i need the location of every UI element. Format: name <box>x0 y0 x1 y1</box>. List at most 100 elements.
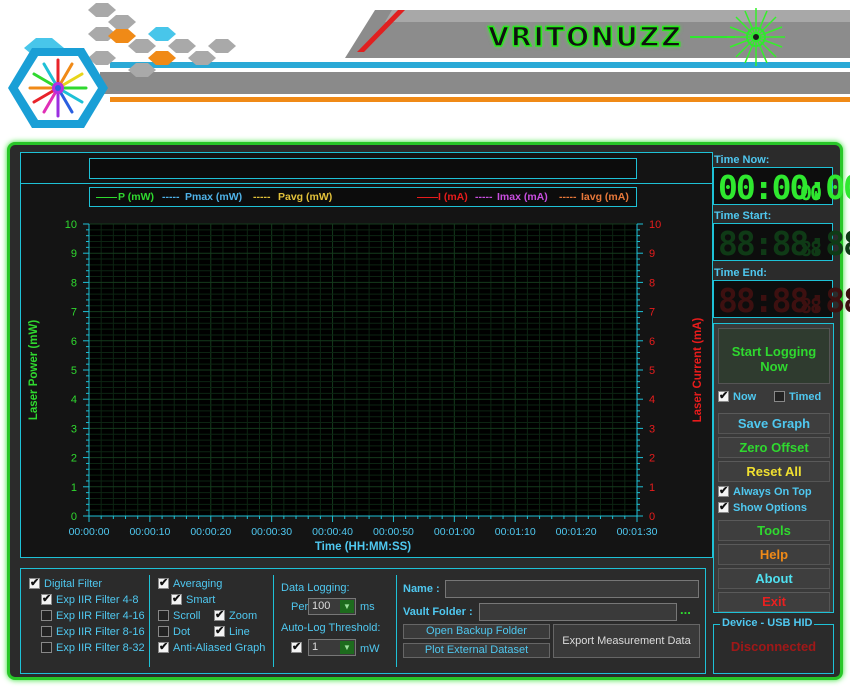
x-tick-label: 00:00:10 <box>129 526 170 538</box>
auto-log-checkbox[interactable] <box>291 640 302 653</box>
anti-aliased-label: Anti-Aliased Graph <box>173 642 266 654</box>
time-end-digits: 88:88:88 <box>718 281 850 320</box>
y-axis-title-left: Laser Power (mW) <box>28 320 40 420</box>
zero-offset-button[interactable]: Zero Offset <box>718 437 830 458</box>
show-options-label: Show Options <box>733 502 807 514</box>
save-graph-button[interactable]: Save Graph <box>718 413 830 434</box>
open-backup-folder-button[interactable]: Open Backup Folder <box>403 624 550 639</box>
time-start-label: Time Start: <box>714 210 772 222</box>
scroll-row[interactable]: Scroll <box>158 610 201 622</box>
y-tick-label-left: 7 <box>71 307 77 319</box>
auto-log-checkbox-row[interactable] <box>291 640 306 654</box>
filter-4-8-row[interactable]: Exp IIR Filter 4-8 <box>41 592 139 606</box>
line-checkbox[interactable] <box>214 624 225 637</box>
x-tick-label: 00:00:40 <box>312 526 353 538</box>
y-tick-label-right: 5 <box>649 365 655 377</box>
dot-checkbox[interactable] <box>158 626 169 637</box>
zoom-row[interactable]: Zoom <box>214 608 258 622</box>
y-tick-label-right: 8 <box>649 277 655 289</box>
y-tick-label-left: 10 <box>65 219 77 231</box>
digital-filter-label: Digital Filter <box>44 578 103 590</box>
plot-external-dataset-button[interactable]: Plot External Dataset <box>403 643 550 658</box>
threshold-value: 1 <box>312 641 319 653</box>
filter-4-16-checkbox[interactable] <box>41 610 52 621</box>
y-tick-label-left: 6 <box>71 336 77 348</box>
timed-checkbox-row[interactable]: Timed <box>774 391 821 403</box>
logging-interval-value: 100 <box>312 600 331 612</box>
per-label: Per <box>291 601 309 613</box>
filter-8-32-checkbox[interactable] <box>41 642 52 653</box>
filter-4-8-checkbox[interactable] <box>41 592 52 605</box>
filter-4-16-row[interactable]: Exp IIR Filter 4-16 <box>41 610 145 622</box>
anti-aliased-row[interactable]: Anti-Aliased Graph <box>158 640 266 654</box>
header-banner: VRITONUZZ <box>0 0 850 140</box>
device-status: Disconnected <box>730 639 817 654</box>
filter-8-16-checkbox[interactable] <box>41 626 52 637</box>
digital-filter-checkbox[interactable] <box>29 576 40 589</box>
time-start-digits: 88:88:88 <box>718 224 850 263</box>
help-button[interactable]: Help <box>718 544 830 565</box>
exit-button[interactable]: Exit <box>718 592 830 612</box>
start-logging-button[interactable]: Start Logging Now <box>718 328 830 384</box>
y-tick-label-right: 4 <box>649 394 655 406</box>
show-options-checkbox[interactable] <box>718 500 729 513</box>
averaging-checkbox[interactable] <box>158 576 169 589</box>
y-tick-label-left: 5 <box>71 365 77 377</box>
always-on-top-row[interactable]: Always On Top <box>718 484 812 498</box>
x-tick-label: 00:00:30 <box>251 526 292 538</box>
now-checkbox-row[interactable]: Now <box>718 389 756 403</box>
tools-button[interactable]: Tools <box>718 520 830 541</box>
x-tick-label: 00:00:50 <box>373 526 414 538</box>
browse-folder-button[interactable]: ... <box>680 602 691 617</box>
smart-checkbox[interactable] <box>171 592 182 605</box>
time-now-display: 00:00:00 00 <box>713 167 850 207</box>
y-tick-label-left: 9 <box>71 248 77 260</box>
time-end-sub: 88 <box>800 294 822 318</box>
line-row[interactable]: Line <box>214 624 250 638</box>
device-label: Device - USB HID <box>720 617 815 629</box>
y-tick-label-right: 3 <box>649 423 655 435</box>
always-on-top-checkbox[interactable] <box>718 484 729 497</box>
dot-row[interactable]: Dot <box>158 626 190 638</box>
averaging-label: Averaging <box>173 578 223 590</box>
anti-aliased-checkbox[interactable] <box>158 640 169 653</box>
chevron-down-icon[interactable]: ▼ <box>340 641 354 654</box>
averaging-row[interactable]: Averaging <box>158 576 223 590</box>
line-label: Line <box>229 626 250 638</box>
control-panel: Start Logging Now Now Timed Save Graph Z… <box>713 323 834 613</box>
reset-all-button[interactable]: Reset All <box>718 461 830 482</box>
y-tick-label-right: 0 <box>649 511 655 523</box>
vault-folder-input[interactable] <box>479 603 677 621</box>
y-tick-label-left: 3 <box>71 423 77 435</box>
x-tick-label: 00:00:00 <box>69 526 110 538</box>
name-input[interactable] <box>445 580 699 598</box>
data-logging-label: Data Logging: <box>281 582 350 594</box>
smart-row[interactable]: Smart <box>171 592 215 606</box>
y-tick-label-right: 7 <box>649 307 655 319</box>
scroll-checkbox[interactable] <box>158 610 169 621</box>
now-checkbox[interactable] <box>718 389 729 402</box>
power-current-chart[interactable]: 0 1 2 3 4 5 6 7 8 9 10 0 1 2 3 4 5 6 7 8 9 10 00:00:00 00:00:10… <box>21 153 714 559</box>
timed-checkbox[interactable] <box>774 391 785 402</box>
start-logging-label: Start Logging <box>731 344 817 359</box>
time-end-label: Time End: <box>714 267 767 279</box>
y-tick-label-right: 10 <box>649 219 661 231</box>
x-tick-label: 00:01:30 <box>617 526 658 538</box>
threshold-select[interactable]: 1 ▼ <box>308 639 356 656</box>
export-measurement-data-button[interactable]: Export Measurement Data <box>553 624 700 658</box>
logging-interval-select[interactable]: 100 ▼ <box>308 598 356 615</box>
start-logging-label-now: Now <box>760 359 788 374</box>
x-axis-title: Time (HH:MM:SS) <box>315 541 411 553</box>
about-button[interactable]: About <box>718 568 830 589</box>
header-graphics <box>0 3 850 140</box>
zoom-checkbox[interactable] <box>214 608 225 621</box>
digital-filter-row[interactable]: Digital Filter <box>29 576 103 590</box>
time-now-sub: 00 <box>800 181 822 205</box>
filter-8-16-row[interactable]: Exp IIR Filter 8-16 <box>41 626 145 638</box>
zoom-label: Zoom <box>229 610 258 622</box>
x-tick-label: 00:01:00 <box>434 526 475 538</box>
show-options-row[interactable]: Show Options <box>718 500 807 514</box>
filter-8-32-row[interactable]: Exp IIR Filter 8-32 <box>41 642 145 654</box>
options-divider-2 <box>273 575 274 667</box>
chevron-down-icon[interactable]: ▼ <box>340 600 354 613</box>
